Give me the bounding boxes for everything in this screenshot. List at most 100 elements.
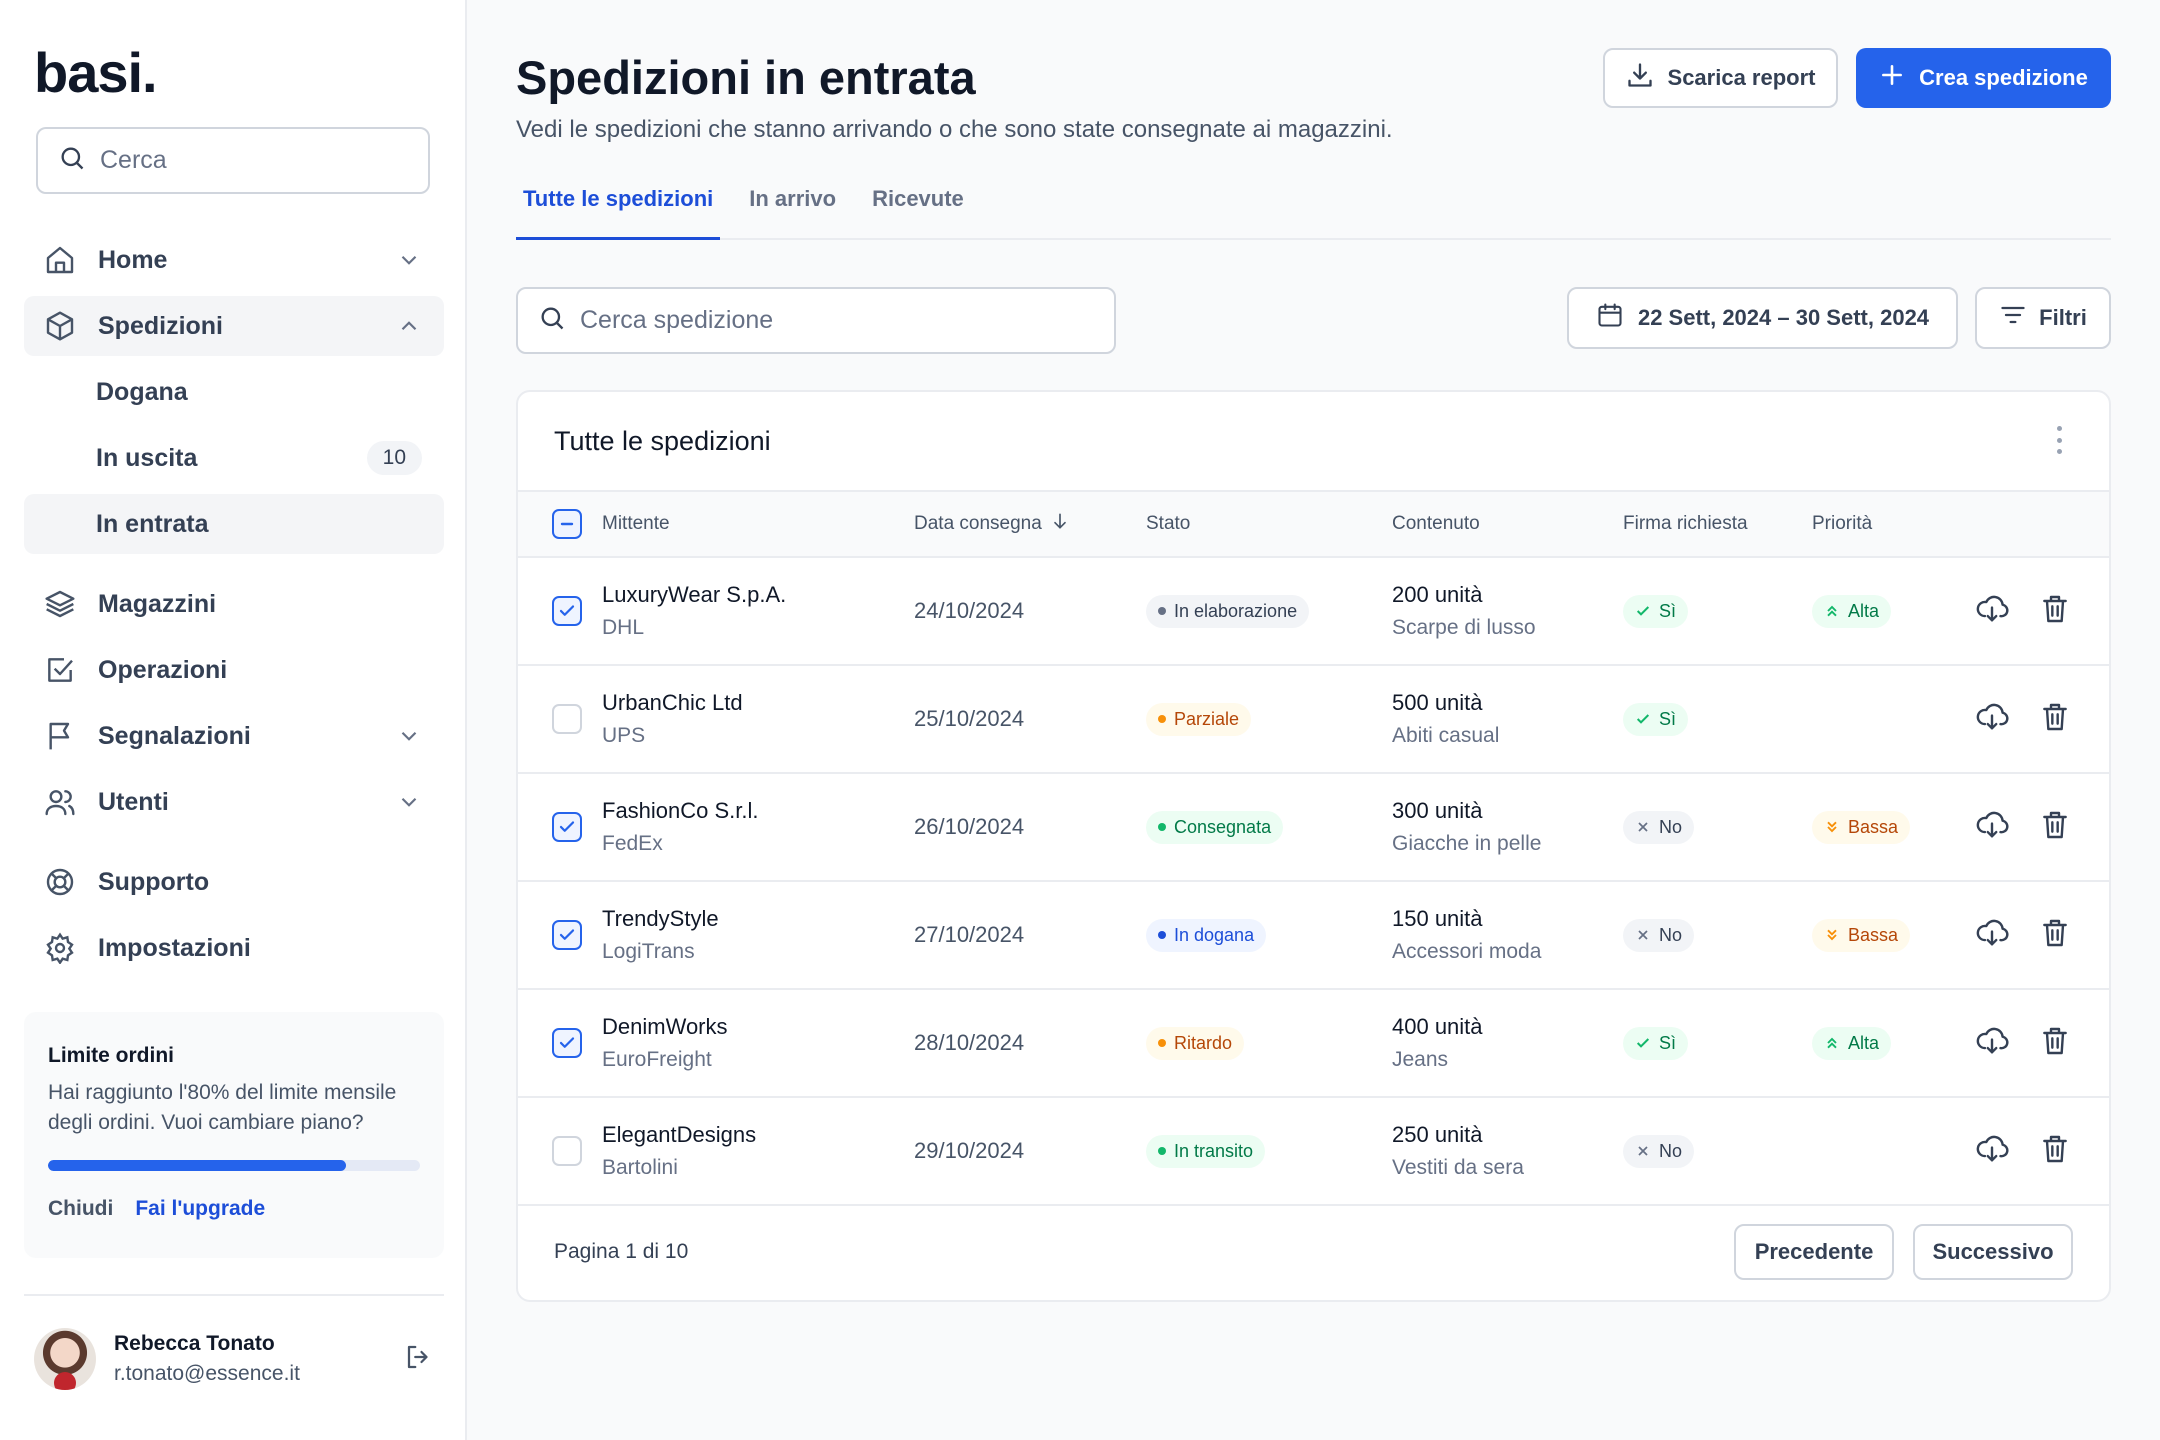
sidebar-subitem-uscita[interactable]: In uscita 10	[24, 428, 444, 488]
upgrade-link[interactable]: Fai l'upgrade	[135, 1197, 265, 1221]
tab-ricevute[interactable]: Ricevute	[865, 180, 971, 240]
sidebar-item-label: In entrata	[96, 509, 209, 538]
trash-icon[interactable]	[2039, 809, 2071, 846]
sidebar-item-label: Operazioni	[98, 655, 228, 684]
content-qty: 300 unità	[1392, 798, 1483, 823]
row-checkbox[interactable]	[552, 920, 582, 950]
sidebar-subitem-entrata[interactable]: In entrata	[24, 494, 444, 554]
content-qty: 500 unità	[1392, 690, 1483, 715]
chevrons-up-icon	[1827, 1037, 1837, 1049]
cloud-download-icon[interactable]	[1975, 592, 2009, 631]
chevron-down-icon[interactable]	[396, 789, 422, 815]
delivery-date: 25/10/2024	[914, 706, 1025, 731]
filters-button[interactable]: Filtri	[1975, 287, 2111, 349]
status-badge: Consegnata	[1146, 810, 1284, 844]
sidebar-item-spedizioni[interactable]: Spedizioni	[24, 296, 444, 356]
carrier-name: UPS	[602, 724, 646, 747]
table-row[interactable]: LuxuryWear S.p.A. DHL 24/10/2024 In elab…	[518, 558, 2109, 666]
column-header-stato[interactable]: Stato	[1146, 513, 1392, 535]
trash-icon[interactable]	[2039, 917, 2071, 954]
row-checkbox[interactable]	[552, 1136, 582, 1166]
trash-icon[interactable]	[2039, 593, 2071, 630]
table-row[interactable]: UrbanChic Ltd UPS 25/10/2024 Parziale 50…	[518, 666, 2109, 774]
row-checkbox[interactable]	[552, 812, 582, 842]
content-desc: Giacche in pelle	[1392, 832, 1542, 855]
status-dot	[1158, 823, 1166, 831]
sidebar-search-input[interactable]: Cerca	[36, 127, 430, 194]
column-header-firma[interactable]: Firma richiesta	[1623, 513, 1812, 535]
column-header-data[interactable]: Data consegna	[914, 511, 1146, 537]
sidebar-item-label: Dogana	[96, 377, 188, 406]
cloud-download-icon[interactable]	[1975, 1132, 2009, 1171]
prev-page-button[interactable]: Precedente	[1734, 1224, 1894, 1280]
more-vertical-icon[interactable]	[2049, 422, 2069, 458]
chevrons-down-icon	[1827, 821, 1837, 833]
cloud-download-icon[interactable]	[1975, 916, 2009, 955]
table-row[interactable]: ElegantDesigns Bartolini 29/10/2024 In t…	[518, 1098, 2109, 1206]
table-row[interactable]: TrendyStyle LogiTrans 27/10/2024 In doga…	[518, 882, 2109, 990]
content-qty: 150 unità	[1392, 906, 1483, 931]
page-indicator: Pagina 1 di 10	[554, 1240, 689, 1263]
table-row[interactable]: FashionCo S.r.l. FedEx 26/10/2024 Conseg…	[518, 774, 2109, 882]
column-header-priorita[interactable]: Priorità	[1812, 513, 1975, 535]
trash-icon[interactable]	[2039, 1133, 2071, 1170]
user-name: Rebecca Tonato	[114, 1332, 275, 1355]
sidebar-item-operazioni[interactable]: Operazioni	[24, 640, 444, 700]
row-checkbox[interactable]	[552, 1028, 582, 1058]
sidebar-item-segnalazioni[interactable]: Segnalazioni	[24, 706, 444, 766]
sidebar-item-home[interactable]: Home	[24, 230, 444, 290]
tab-in-arrivo[interactable]: In arrivo	[742, 180, 843, 240]
create-shipment-button[interactable]: Crea spedizione	[1856, 48, 2111, 108]
content-desc: Jeans	[1392, 1048, 1449, 1071]
sender-name: LuxuryWear S.p.A.	[602, 582, 787, 607]
sidebar-item-utenti[interactable]: Utenti	[24, 772, 444, 832]
check-icon	[1636, 1038, 1650, 1048]
sidebar-item-magazzini[interactable]: Magazzini	[24, 574, 444, 634]
select-all-checkbox[interactable]	[552, 509, 582, 539]
chevron-up-icon[interactable]	[396, 313, 422, 339]
tab-tutte[interactable]: Tutte le spedizioni	[516, 180, 721, 240]
calendar-icon	[1596, 301, 1624, 335]
trash-icon[interactable]	[2039, 701, 2071, 738]
sender-name: UrbanChic Ltd	[602, 690, 743, 715]
column-header-contenuto[interactable]: Contenuto	[1392, 513, 1623, 535]
row-checkbox[interactable]	[552, 596, 582, 626]
status-badge: Ritardo	[1146, 1026, 1245, 1060]
table-title: Tutte le spedizioni	[554, 425, 771, 456]
limit-progress-bar	[48, 1160, 420, 1171]
chevron-down-icon[interactable]	[396, 247, 422, 273]
table-body: LuxuryWear S.p.A. DHL 24/10/2024 In elab…	[518, 558, 2109, 1206]
table-row[interactable]: DenimWorks EuroFreight 28/10/2024 Ritard…	[518, 990, 2109, 1098]
next-page-button[interactable]: Successivo	[1913, 1224, 2073, 1280]
signature-badge: No	[1623, 918, 1695, 952]
sidebar-item-supporto[interactable]: Supporto	[24, 852, 444, 912]
status-badge: In transito	[1146, 1134, 1266, 1168]
cloud-download-icon[interactable]	[1975, 700, 2009, 739]
logo[interactable]: basi.	[34, 40, 158, 105]
cloud-download-icon[interactable]	[1975, 1024, 2009, 1063]
chevron-down-icon[interactable]	[396, 723, 422, 749]
content-qty: 200 unità	[1392, 582, 1483, 607]
arrow-down-icon	[1050, 511, 1070, 537]
priority-badge: Alta	[1812, 1026, 1892, 1060]
trash-icon[interactable]	[2039, 1025, 2071, 1062]
shipment-search-input[interactable]: Cerca spedizione	[516, 287, 1116, 354]
layers-icon	[42, 586, 78, 622]
download-icon	[1626, 61, 1654, 95]
logout-icon[interactable]	[404, 1342, 434, 1377]
row-checkbox[interactable]	[552, 704, 582, 734]
carrier-name: EuroFreight	[602, 1048, 712, 1071]
sidebar-item-impostazioni[interactable]: Impostazioni	[24, 918, 444, 978]
download-report-button[interactable]: Scarica report	[1603, 48, 1838, 108]
date-range-picker[interactable]: 22 Sett, 2024 – 30 Sett, 2024	[1567, 287, 1958, 349]
column-label: Data consegna	[914, 513, 1042, 534]
carrier-name: Bartolini	[602, 1156, 678, 1179]
content-desc: Abiti casual	[1392, 724, 1500, 747]
close-link[interactable]: Chiudi	[48, 1197, 113, 1221]
column-header-mittente[interactable]: Mittente	[602, 513, 914, 535]
content-desc: Accessori moda	[1392, 940, 1542, 963]
main-content: Spedizioni in entrata Vedi le spedizioni…	[467, 0, 2160, 1440]
sidebar-subitem-dogana[interactable]: Dogana	[24, 362, 444, 422]
avatar[interactable]	[34, 1328, 96, 1390]
cloud-download-icon[interactable]	[1975, 808, 2009, 847]
